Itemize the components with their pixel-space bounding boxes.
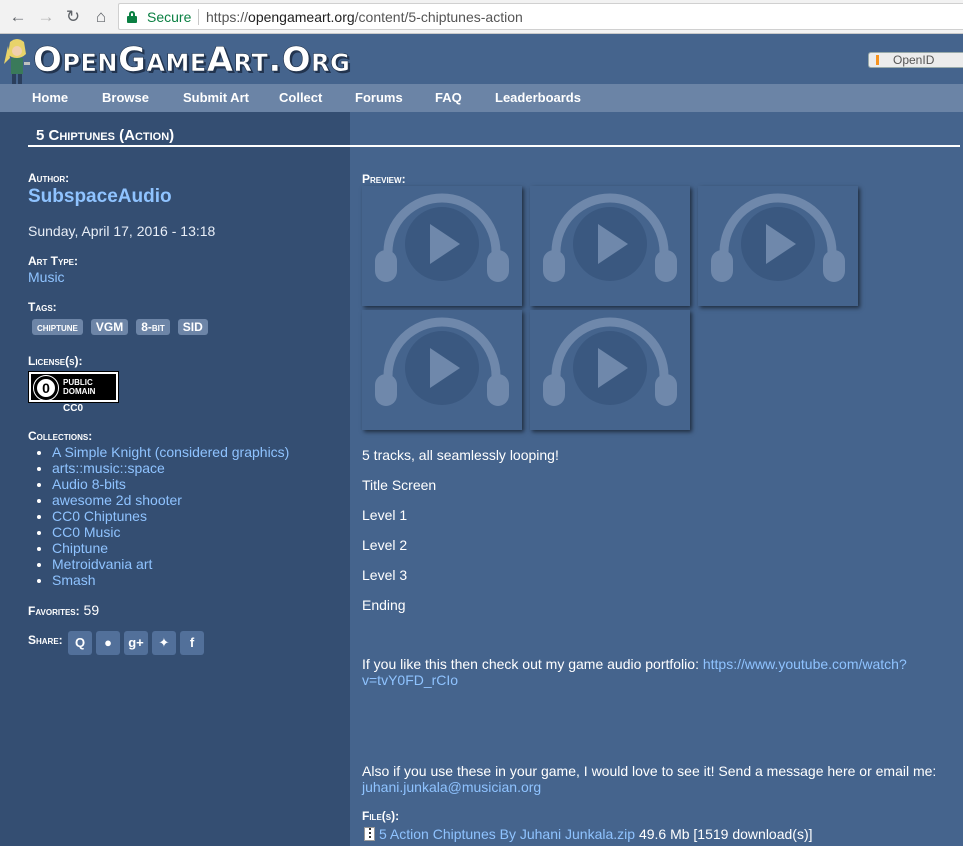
nav-collect[interactable]: Collect — [279, 90, 322, 105]
share-buttons: Q ● g+ ✦ f — [68, 631, 204, 655]
secure-label: Secure — [147, 9, 192, 25]
audio-player-play-icon[interactable] — [362, 186, 522, 306]
main-nav: Home Browse Submit Art Collect Forums FA… — [0, 84, 963, 112]
collections-list: A Simple Knight (considered graphics) ar… — [52, 444, 289, 588]
collection-item[interactable]: awesome 2d shooter — [52, 492, 289, 508]
tag-8-bit[interactable]: 8-bit — [136, 319, 170, 335]
collection-item[interactable]: Chiptune — [52, 540, 289, 556]
address-bar[interactable]: Secure https://opengameart.org/content/5… — [118, 3, 963, 30]
preview-label: Preview: — [362, 172, 406, 186]
nav-forums[interactable]: Forums — [355, 90, 403, 105]
site-header: OpenGameArt.Org OpenID — [0, 34, 963, 88]
nav-leaderboards[interactable]: Leaderboards — [495, 90, 581, 105]
openid-icon — [876, 55, 879, 65]
author-label: Author: — [28, 171, 70, 185]
cc0-zero-icon: 0 — [33, 375, 59, 401]
email-link[interactable]: juhani.junkala@musician.org — [362, 779, 541, 795]
url-text: https://opengameart.org/content/5-chiptu… — [206, 9, 523, 25]
favorites-count: 59 — [83, 602, 100, 618]
zip-file-icon — [364, 827, 375, 841]
description-line: Ending — [362, 597, 406, 613]
lock-icon — [127, 11, 137, 23]
author-link[interactable]: SubspaceAudio — [28, 186, 172, 208]
collection-item[interactable]: Metroidvania art — [52, 556, 289, 572]
post-date: Sunday, April 17, 2016 - 13:18 — [28, 223, 216, 239]
openid-share-icon[interactable]: Q — [68, 631, 92, 655]
twitter-icon[interactable]: ✦ — [152, 631, 176, 655]
home-icon[interactable]: ⌂ — [91, 7, 111, 27]
collection-item[interactable]: CC0 Chiptunes — [52, 508, 289, 524]
nav-submit-art[interactable]: Submit Art — [183, 90, 249, 105]
file-size: 49.6 Mb — [638, 826, 690, 842]
description-line: 5 tracks, all seamlessly looping! — [362, 447, 559, 463]
collection-item[interactable]: CC0 Music — [52, 524, 289, 540]
collections-label: Collections: — [28, 429, 93, 443]
license-name: CC0 — [63, 403, 84, 414]
badge-text: PUBLIC DOMAIN — [63, 378, 96, 396]
tag-chiptune[interactable]: chiptune — [32, 319, 83, 335]
collection-item[interactable]: A Simple Knight (considered graphics) — [52, 444, 289, 460]
description-line: Title Screen — [362, 477, 437, 493]
license-label: License(s): — [28, 354, 83, 368]
description-line: Level 1 — [362, 507, 408, 523]
favorites: Favorites: 59 — [28, 602, 99, 618]
art-type-label: Art Type: — [28, 254, 78, 268]
browser-toolbar: ← → ↻ ⌂ Secure https://opengameart.org/c… — [0, 0, 963, 34]
title-divider — [28, 145, 960, 147]
contact-paragraph: Also if you use these in your game, I wo… — [362, 763, 937, 795]
collection-item[interactable]: Audio 8-bits — [52, 476, 289, 492]
forward-arrow-icon[interactable]: → — [36, 7, 56, 27]
tag-sid[interactable]: SID — [177, 319, 208, 335]
art-type-link[interactable]: Music — [28, 269, 65, 285]
reddit-icon[interactable]: ● — [96, 631, 120, 655]
tag-list: chiptune VGM 8-bit SID — [32, 319, 208, 335]
description-line: Level 3 — [362, 567, 408, 583]
nav-browse[interactable]: Browse — [102, 90, 149, 105]
address-separator — [198, 9, 199, 25]
nav-faq[interactable]: FAQ — [435, 90, 462, 105]
portfolio-paragraph: If you like this then check out my game … — [362, 656, 907, 688]
tag-vgm[interactable]: VGM — [90, 319, 129, 335]
audio-player-play-icon[interactable] — [530, 310, 690, 430]
file-row: 5 Action Chiptunes By Juhani Junkala.zip… — [364, 826, 813, 842]
favorites-label: Favorites: — [28, 604, 80, 618]
back-arrow-icon[interactable]: ← — [8, 7, 28, 27]
share-label: Share: — [28, 633, 63, 647]
google-plus-icon[interactable]: g+ — [124, 631, 148, 655]
facebook-icon[interactable]: f — [180, 631, 204, 655]
cc0-public-domain-badge[interactable]: 0 PUBLIC DOMAIN — [28, 371, 119, 403]
tags-label: Tags: — [28, 300, 57, 314]
site-logo[interactable]: OpenGameArt.Org — [33, 40, 350, 81]
openid-label: OpenID — [893, 53, 935, 67]
audio-player-play-icon[interactable] — [362, 310, 522, 430]
openid-button[interactable]: OpenID — [868, 52, 963, 68]
file-download-link[interactable]: 5 Action Chiptunes By Juhani Junkala.zip — [379, 826, 635, 842]
description-line: Level 2 — [362, 537, 408, 553]
collection-item[interactable]: arts::music::space — [52, 460, 289, 476]
nav-home[interactable]: Home — [32, 90, 68, 105]
audio-player-play-icon[interactable] — [698, 186, 858, 306]
file-downloads: [1519 download(s)] — [693, 826, 813, 842]
page-title: 5 Chiptunes (Action) — [36, 127, 175, 144]
audio-player-play-icon[interactable] — [530, 186, 690, 306]
files-label: File(s): — [362, 809, 400, 823]
collection-item[interactable]: Smash — [52, 572, 289, 588]
reload-icon[interactable]: ↻ — [63, 7, 83, 27]
